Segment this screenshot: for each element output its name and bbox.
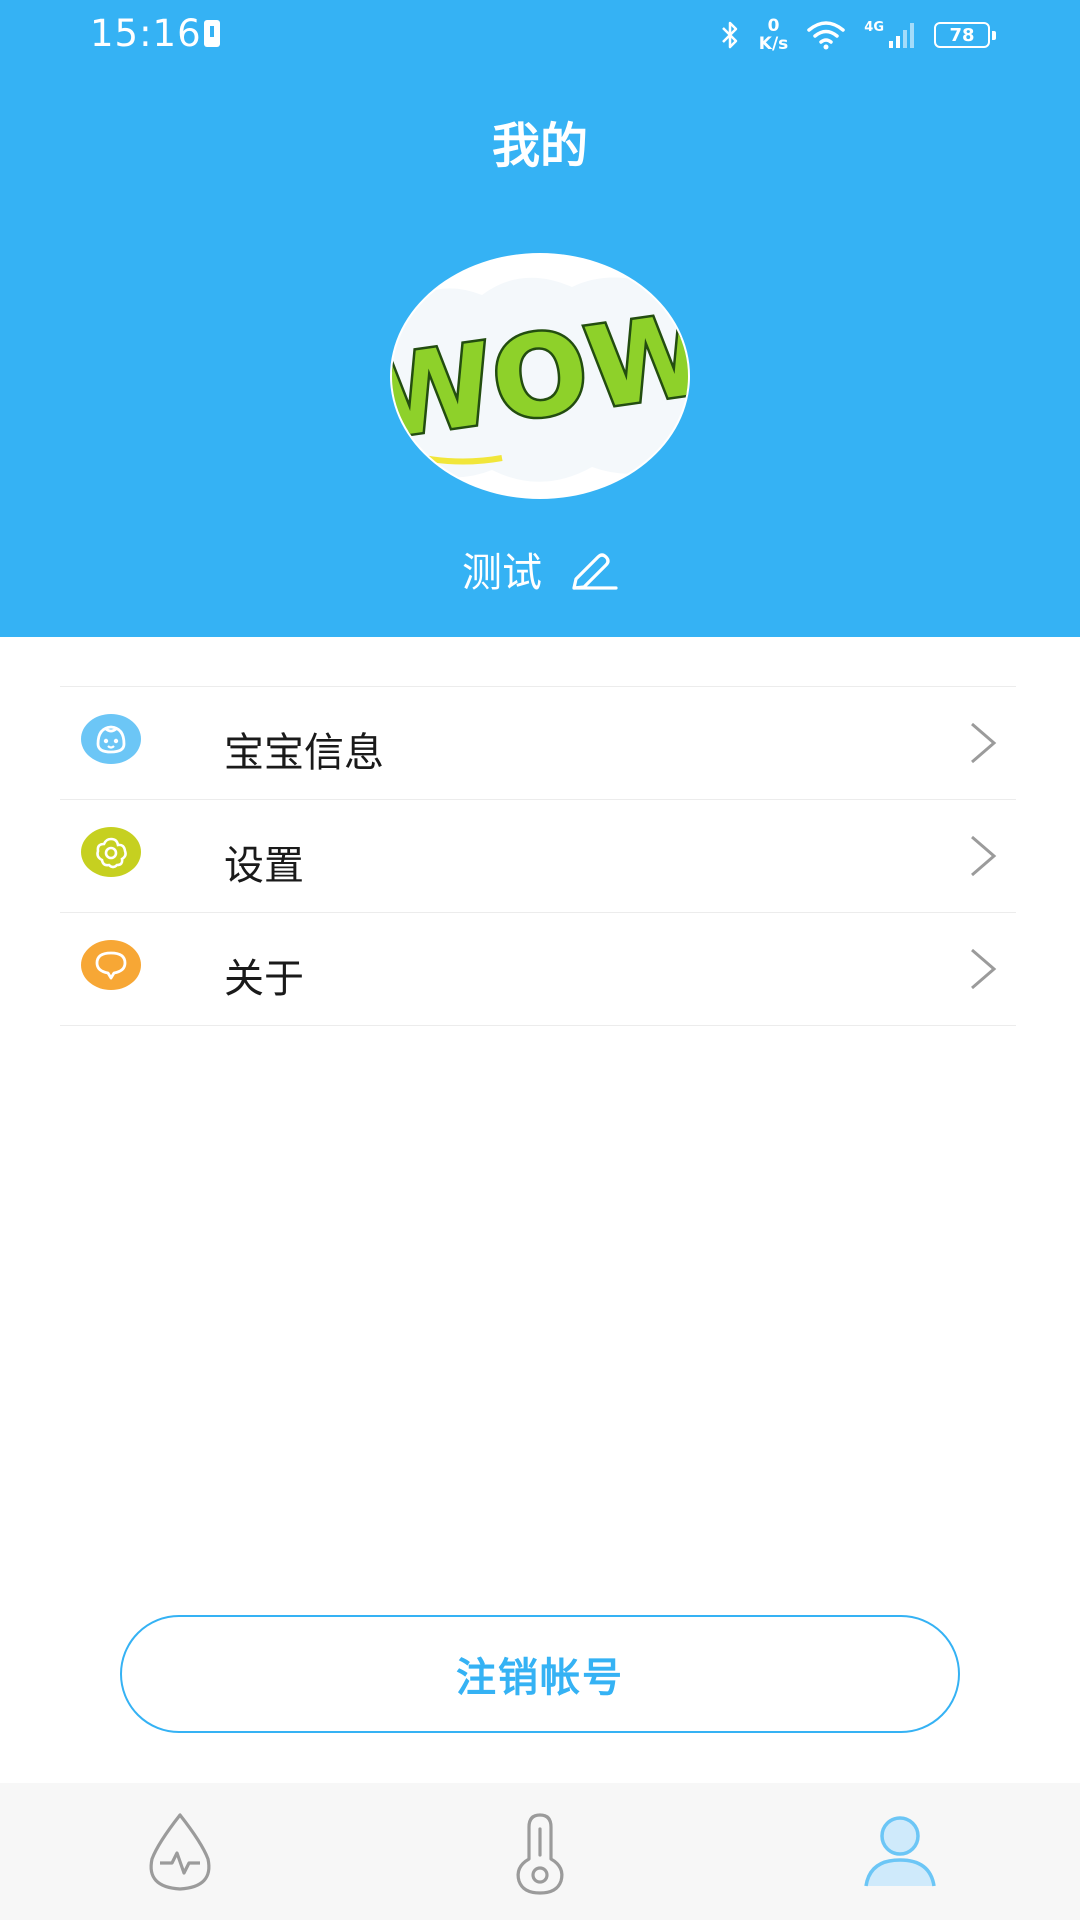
menu-item-settings[interactable]: 设置: [60, 800, 1016, 913]
chevron-right-icon: [971, 835, 997, 877]
profile-header: 15:16 0 K/s 4G 78 我的 WOW 测试: [0, 0, 1080, 637]
pencil-icon[interactable]: [570, 548, 618, 590]
signal-strength-icon: [888, 21, 916, 49]
menu-item-baby-info[interactable]: 宝宝信息: [60, 687, 1016, 800]
battery-indicator: 78: [934, 22, 996, 48]
network-generation: 4G: [864, 19, 884, 35]
speech-bubble-icon: [81, 940, 141, 990]
user-name: 测试: [462, 550, 542, 596]
menu-item-label: 设置: [224, 843, 304, 889]
network-speed: 0 K/s: [759, 17, 789, 53]
menu-item-label: 关于: [224, 956, 304, 1002]
person-icon: [864, 1815, 936, 1886]
charging-indicator-icon: [204, 20, 220, 47]
user-avatar[interactable]: WOW: [390, 253, 690, 499]
settings-menu: 宝宝信息 设置 关于: [60, 686, 1016, 1026]
menu-item-label: 宝宝信息: [224, 730, 384, 776]
menu-item-about[interactable]: 关于: [60, 913, 1016, 1026]
tab-profile[interactable]: [800, 1783, 1000, 1920]
tab-health[interactable]: [80, 1783, 280, 1920]
network-speed-unit: K/s: [758, 34, 789, 54]
tab-temperature[interactable]: [440, 1783, 640, 1920]
flower-gear-icon: [81, 827, 141, 877]
status-icons: 0 K/s 4G 78: [719, 14, 996, 56]
drop-pulse-icon: [149, 1812, 211, 1891]
wifi-icon: [806, 20, 846, 50]
network-speed-value: 0: [767, 16, 780, 36]
bottom-tab-bar: [0, 1783, 1080, 1920]
logout-button[interactable]: 注销帐号: [120, 1615, 960, 1733]
thermometer-icon: [516, 1812, 564, 1895]
chevron-right-icon: [971, 948, 997, 990]
bluetooth-icon: [719, 19, 741, 51]
profile-name-row: 测试: [0, 540, 1080, 598]
baby-face-icon: [81, 714, 141, 764]
chevron-right-icon: [971, 722, 997, 764]
status-time: 15:16: [90, 12, 202, 55]
status-bar: 15:16 0 K/s 4G 78: [0, 0, 1080, 70]
page-title: 我的: [491, 118, 588, 174]
